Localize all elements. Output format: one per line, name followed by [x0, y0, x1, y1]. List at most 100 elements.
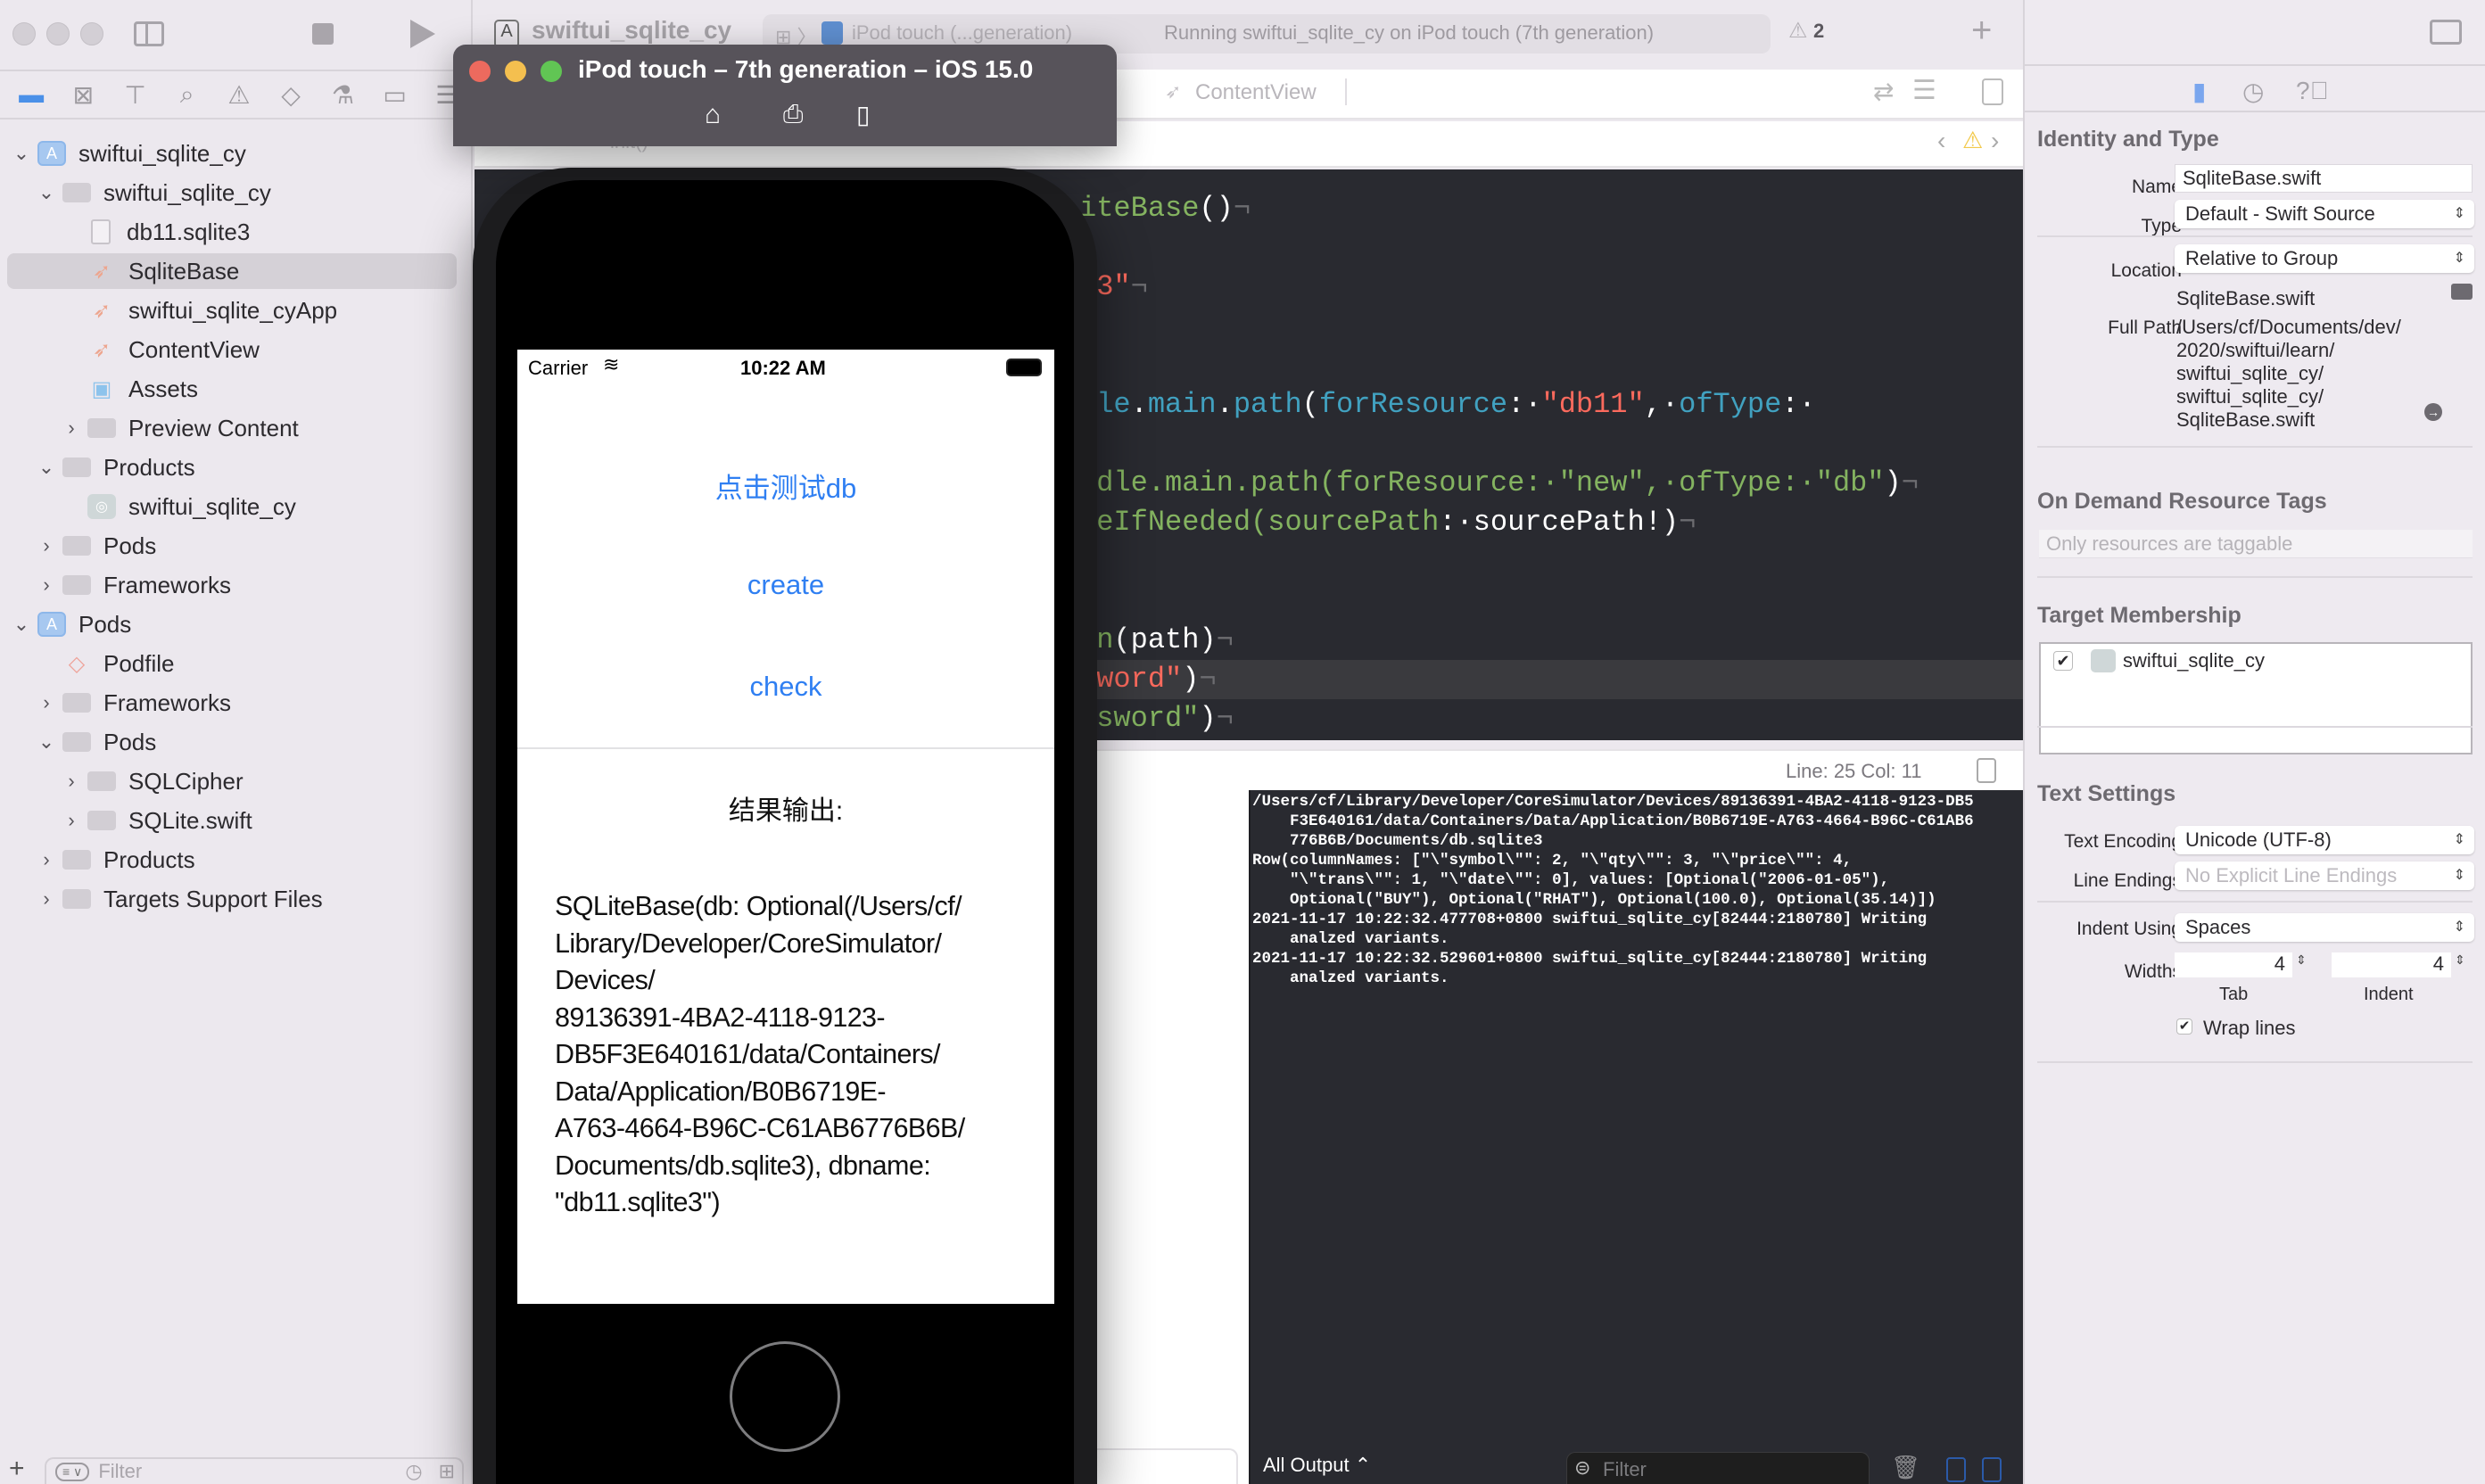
chevron-right-icon[interactable]: › [61, 770, 82, 793]
tree-item[interactable]: ⌄ Pods [0, 722, 473, 762]
navigator-filter[interactable]: ≡ ∨ Filter ◷ ⊞ [45, 1457, 464, 1484]
tab-contentview[interactable]: ContentView [1195, 80, 1317, 105]
chevron-right-icon[interactable]: › [36, 848, 57, 871]
rotate-icon[interactable]: ▯ [856, 100, 870, 129]
folder-icon[interactable] [2451, 284, 2473, 300]
check-button[interactable]: check [517, 671, 1054, 703]
tree-item[interactable]: ⌄ A Pods [0, 605, 473, 644]
show-variables-icon[interactable] [1946, 1457, 1966, 1482]
show-console-icon[interactable] [1982, 1457, 2002, 1482]
add-editor-icon[interactable] [1982, 78, 2003, 105]
inspector-toggle-icon[interactable] [2430, 20, 2462, 45]
indent-width-stepper[interactable]: ⇕ [2455, 952, 2465, 968]
chevron-down-icon[interactable]: ⌄ [11, 142, 32, 165]
add-tab-icon[interactable]: + [1971, 11, 1992, 51]
tree-item[interactable]: › SQLCipher [0, 762, 473, 801]
simulator-zoom-button[interactable] [541, 61, 562, 82]
indent-width-field[interactable]: 4 [2332, 952, 2451, 977]
symbol-tab-icon[interactable]: ⊤ [109, 80, 161, 110]
test-db-button[interactable]: 点击测试db [517, 466, 1054, 506]
tree-item[interactable]: ◇ Podfile [0, 644, 473, 683]
line-endings-popup[interactable]: No Explicit Line Endings ⇕ [2175, 862, 2474, 890]
chevron-down-icon[interactable]: ⌄ [36, 730, 57, 754]
console-filter[interactable]: ⊜ Filter [1566, 1452, 1870, 1484]
warning-icon[interactable]: ⚠ [1962, 127, 1983, 154]
create-button[interactable]: create [517, 569, 1054, 601]
add-icon[interactable]: + [9, 1454, 25, 1484]
text-encoding-popup[interactable]: Unicode (UTF-8) ⇕ [2175, 826, 2474, 854]
history-inspector-tab-icon[interactable]: ◷ [2242, 77, 2264, 106]
target-checkbox[interactable]: ✔ [2053, 651, 2073, 671]
chevron-right-icon[interactable]: › [36, 691, 57, 714]
related-items-icon[interactable]: ⇄ [1873, 77, 1894, 106]
stop-button[interactable] [312, 23, 334, 45]
tree-item[interactable]: › Frameworks [0, 565, 473, 605]
tab-width-stepper[interactable]: ⇕ [2296, 952, 2307, 968]
sidebar-toggle-icon[interactable] [134, 21, 164, 46]
run-destination[interactable]: iPod touch (...generation) [852, 21, 1072, 45]
tree-item[interactable]: › Frameworks [0, 683, 473, 722]
help-inspector-tab-icon[interactable]: ?⃝ [2296, 77, 2329, 105]
wrap-lines-checkbox[interactable]: ✔ [2176, 1018, 2192, 1035]
chevron-right-icon[interactable]: › [36, 887, 57, 911]
file-inspector-tab-icon[interactable]: ▮ [2192, 77, 2206, 106]
toggle-debug-area-icon[interactable] [1977, 758, 1996, 783]
tree-item[interactable]: › Products [0, 840, 473, 879]
window-minimize-button[interactable] [46, 22, 70, 45]
tree-item[interactable]: ▣ Assets [0, 369, 473, 408]
console-filter-input[interactable]: Filter [1603, 1458, 1647, 1481]
next-issue-icon[interactable]: › [1991, 127, 1999, 155]
home-icon[interactable]: ⌂ [705, 100, 721, 130]
filter-input[interactable]: Filter [98, 1460, 142, 1483]
tab-width-field[interactable]: 4 [2175, 952, 2292, 977]
tree-item[interactable]: ⌄ Products [0, 448, 473, 487]
chevron-down-icon[interactable]: ⌄ [11, 613, 32, 636]
tree-item[interactable]: db11.sqlite3 [0, 212, 473, 251]
search-tab-icon[interactable]: ⌕ [161, 80, 213, 110]
tree-item[interactable]: ➶ SqliteBase [0, 251, 473, 291]
home-button[interactable] [730, 1341, 840, 1452]
reveal-in-finder-icon[interactable]: → [2424, 403, 2442, 421]
tree-item[interactable]: ◎ swiftui_sqlite_cy [0, 487, 473, 526]
recent-files-icon[interactable]: ◷ [405, 1460, 422, 1483]
chevron-right-icon[interactable]: › [61, 809, 82, 832]
run-button[interactable] [410, 20, 435, 48]
odr-tags-field[interactable]: Only resources are taggable [2039, 530, 2473, 558]
clear-console-icon[interactable]: 🗑 [1891, 1454, 1920, 1481]
source-control-tab-icon[interactable]: ⊠ [57, 80, 109, 110]
indent-using-popup[interactable]: Spaces ⇕ [2175, 913, 2474, 942]
previous-issue-icon[interactable]: ‹ [1937, 127, 1945, 155]
issue-tab-icon[interactable]: ⚠ [213, 80, 265, 110]
tree-item[interactable]: ➶ ContentView [0, 330, 473, 369]
chevron-right-icon[interactable]: › [61, 416, 82, 440]
type-popup[interactable]: Default - Swift Source ⇕ [2175, 200, 2474, 228]
name-field[interactable]: SqliteBase.swift [2175, 164, 2473, 193]
tree-item[interactable]: ⌄ swiftui_sqlite_cy [0, 173, 473, 212]
filter-options-icon[interactable]: ≡ ∨ [55, 1462, 90, 1481]
tree-item[interactable]: › Pods [0, 526, 473, 565]
debug-tab-icon[interactable]: ⚗ [317, 80, 368, 110]
chevron-right-icon[interactable]: › [36, 534, 57, 557]
tree-item[interactable]: › SQLite.swift [0, 801, 473, 840]
simulator-minimize-button[interactable] [505, 61, 526, 82]
folder-tab-icon[interactable]: ▬ [5, 80, 57, 109]
simulator-close-button[interactable] [469, 61, 491, 82]
chevron-down-icon[interactable]: ⌄ [36, 456, 57, 479]
location-popup[interactable]: Relative to Group ⇕ [2175, 244, 2474, 273]
tree-item[interactable]: › Targets Support Files [0, 879, 473, 919]
editor-options-icon[interactable]: ☰ [1912, 75, 1936, 106]
test-tab-icon[interactable]: ◇ [265, 80, 317, 110]
window-zoom-button[interactable] [80, 22, 103, 45]
source-control-filter-icon[interactable]: ⊞ [439, 1460, 455, 1483]
chevron-right-icon[interactable]: › [36, 573, 57, 597]
warning-count[interactable]: 2 [1813, 20, 1824, 43]
window-close-button[interactable] [12, 22, 36, 45]
tree-item[interactable]: ⌄ Aswiftui_sqlite_cy [0, 134, 473, 173]
screenshot-icon[interactable]: ⎙ [783, 100, 803, 129]
warning-icon[interactable]: ⚠ [1788, 18, 1808, 44]
tree-item[interactable]: › Preview Content [0, 408, 473, 448]
tree-item[interactable]: ➶ swiftui_sqlite_cyApp [0, 291, 473, 330]
breakpoint-tab-icon[interactable]: ▭ [369, 80, 421, 110]
console-output-selector[interactable]: All Output ⌃ [1263, 1454, 1371, 1477]
chevron-down-icon[interactable]: ⌄ [36, 181, 57, 204]
